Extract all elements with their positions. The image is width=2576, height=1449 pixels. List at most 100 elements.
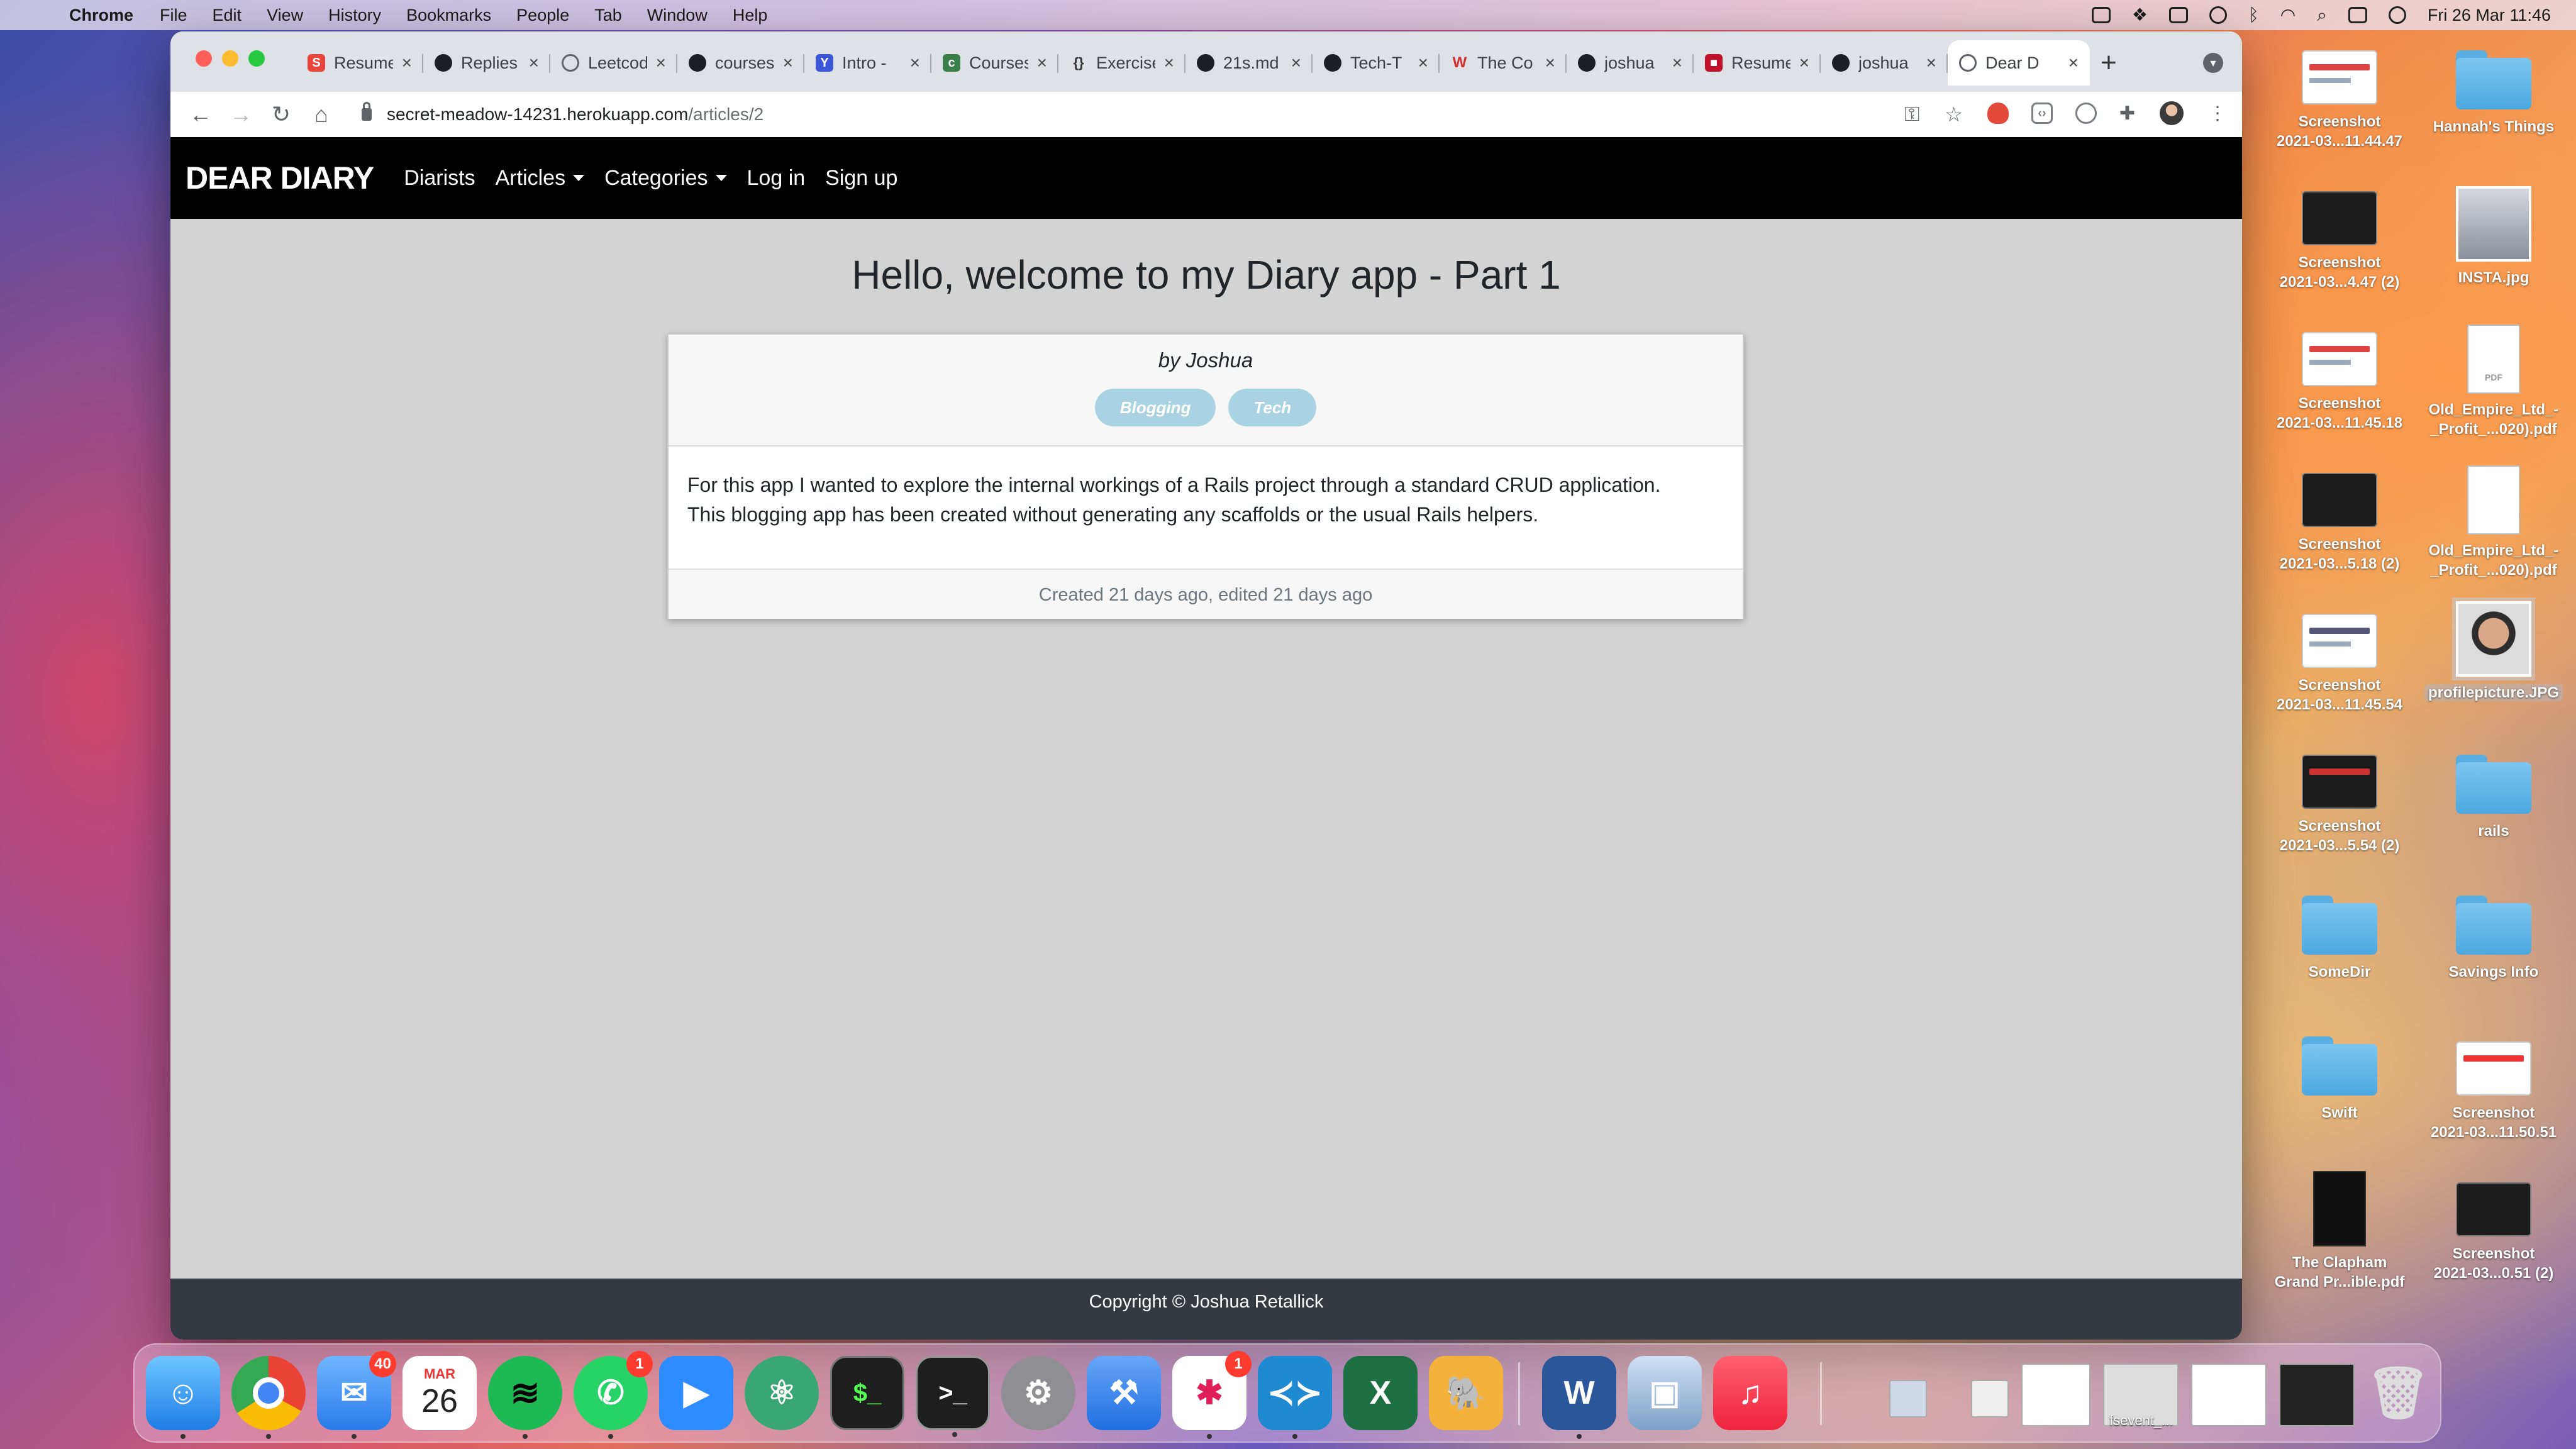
- tab-intro[interactable]: Y Intro - ×: [804, 40, 931, 86]
- iterm-icon[interactable]: $_: [830, 1356, 904, 1430]
- minimize-window-button[interactable]: [222, 50, 238, 67]
- menu-app-name[interactable]: Chrome: [69, 6, 133, 25]
- kebab-menu-icon[interactable]: ⋮: [2208, 103, 2227, 125]
- menu-people[interactable]: People: [516, 6, 569, 25]
- tab-courses[interactable]: c Courses ×: [931, 40, 1058, 86]
- site-brand[interactable]: DEAR DIARY: [186, 160, 374, 196]
- desktop-file-insta-jpg[interactable]: INSTA.jpg: [2424, 186, 2563, 287]
- close-tab-icon[interactable]: ×: [910, 53, 920, 73]
- tab-resume-2[interactable]: ■ Resume ×: [1694, 40, 1821, 86]
- wifi-icon[interactable]: ◠: [2280, 0, 2296, 30]
- profile-avatar[interactable]: [2158, 99, 2185, 127]
- lock-icon[interactable]: [362, 102, 372, 121]
- desktop-file-clapham-pdf[interactable]: The Clapham Grand Pr...ible.pdf: [2270, 1171, 2409, 1292]
- minimized-sheet-thumbnail[interactable]: [2191, 1363, 2267, 1426]
- desktop-file-screenshot[interactable]: Screenshot 2021-03...11.44.47: [2270, 50, 2409, 151]
- zoom-window-button[interactable]: [248, 50, 265, 67]
- key-icon[interactable]: ⚿: [1904, 103, 1919, 126]
- forward-arrow-icon[interactable]: →: [221, 101, 261, 128]
- tab-leetcode[interactable]: Leetcode ×: [550, 40, 677, 86]
- nav-categories-dropdown[interactable]: Categories: [604, 166, 727, 191]
- screen-recorder-icon[interactable]: [2091, 7, 2111, 23]
- desktop-file-screenshot[interactable]: Screenshot 2021-03...11.45.18: [2270, 332, 2409, 433]
- desktop-file-pdf[interactable]: PDF Old_Empire_Ltd_- _Profit_...020).pdf: [2424, 325, 2563, 439]
- nav-signup[interactable]: Sign up: [825, 166, 897, 191]
- tab-dear-diary[interactable]: Dear D ×: [1948, 40, 2090, 86]
- bluetooth-icon[interactable]: ᛒ: [2248, 0, 2259, 30]
- minimized-window-thumbnail[interactable]: [1889, 1380, 1927, 1418]
- menu-tab[interactable]: Tab: [594, 6, 622, 25]
- menu-bookmarks[interactable]: Bookmarks: [406, 6, 491, 25]
- address-bar[interactable]: secret-meadow-14231.herokuapp.com/articl…: [353, 98, 1963, 131]
- tag-badge-blogging[interactable]: Blogging: [1094, 389, 1216, 426]
- close-tab-icon[interactable]: ×: [1545, 53, 1555, 73]
- close-tab-icon[interactable]: ×: [1799, 53, 1809, 73]
- play-icon[interactable]: [2209, 6, 2227, 24]
- desktop-file-pdf[interactable]: Old_Empire_Ltd_- _Profit_...020).pdf: [2424, 465, 2563, 580]
- close-tab-icon[interactable]: ×: [2068, 53, 2079, 73]
- control-center-icon[interactable]: [2348, 7, 2367, 23]
- desktop-file-screenshot[interactable]: Screenshot 2021-03...4.47 (2): [2270, 191, 2409, 292]
- vscode-icon[interactable]: ≺≻: [1258, 1356, 1332, 1439]
- desktop-folder-savings-info[interactable]: Savings Info: [2424, 896, 2563, 982]
- dropbox-icon[interactable]: ❖: [2132, 0, 2148, 30]
- close-tab-icon[interactable]: ×: [1672, 53, 1682, 73]
- tab-21s-md[interactable]: 21s.md ×: [1185, 40, 1313, 86]
- desktop-file-profilepicture[interactable]: profilepicture.JPG: [2424, 597, 2563, 702]
- menu-history[interactable]: History: [328, 6, 381, 25]
- bookmark-star-icon[interactable]: ☆: [1945, 103, 1963, 126]
- code-extension-icon[interactable]: ‹›: [2031, 103, 2053, 124]
- minimized-doc-thumbnail[interactable]: [2021, 1363, 2090, 1426]
- slack-icon[interactable]: ✱ 1: [1172, 1351, 1252, 1439]
- close-window-button[interactable]: [196, 50, 212, 67]
- spotlight-search-icon[interactable]: ⌕: [2317, 0, 2327, 30]
- tab-courses-github[interactable]: courses ×: [677, 40, 804, 86]
- close-tab-icon[interactable]: ×: [1418, 53, 1428, 73]
- nav-diarists[interactable]: Diarists: [404, 166, 475, 191]
- menu-edit[interactable]: Edit: [213, 6, 242, 25]
- notification-icon[interactable]: [2168, 7, 2188, 23]
- close-tab-icon[interactable]: ×: [529, 53, 539, 73]
- desktop-folder-rails[interactable]: rails: [2424, 755, 2563, 841]
- atom-icon[interactable]: ⚛: [745, 1356, 819, 1430]
- music-icon[interactable]: ♫: [1713, 1356, 1787, 1430]
- spotify-icon[interactable]: ≋: [488, 1356, 562, 1439]
- word-icon[interactable]: W: [1542, 1356, 1616, 1439]
- mail-icon[interactable]: ✉ 40: [317, 1351, 396, 1439]
- tab-replies[interactable]: Replies ×: [423, 40, 550, 86]
- chrome-icon[interactable]: [231, 1356, 306, 1439]
- minimized-chrome-thumbnail[interactable]: [1971, 1380, 2009, 1418]
- close-tab-icon[interactable]: ×: [1291, 53, 1301, 73]
- desktop-folder-somedir[interactable]: SomeDir: [2270, 896, 2409, 982]
- nav-login[interactable]: Log in: [747, 166, 806, 191]
- close-tab-icon[interactable]: ×: [783, 53, 793, 73]
- close-tab-icon[interactable]: ×: [1926, 53, 1936, 73]
- tab-search-icon[interactable]: ▾: [2203, 53, 2223, 73]
- extension-circle-icon[interactable]: [2075, 103, 2097, 124]
- tab-joshua-2[interactable]: joshua ×: [1821, 40, 1948, 86]
- terminal-icon[interactable]: >_: [916, 1356, 990, 1437]
- desktop-file-screenshot[interactable]: Screenshot 2021-03...11.45.54: [2270, 614, 2409, 714]
- xcode-icon[interactable]: ⚒: [1087, 1356, 1161, 1430]
- tag-badge-tech[interactable]: Tech: [1228, 389, 1317, 426]
- desktop-file-screenshot[interactable]: Screenshot 2021-03...5.18 (2): [2270, 473, 2409, 574]
- puzzle-extensions-icon[interactable]: ✚: [2119, 103, 2135, 125]
- new-tab-button[interactable]: +: [2090, 40, 2128, 86]
- preview-icon[interactable]: ▣: [1628, 1356, 1702, 1430]
- tab-the-co[interactable]: W The Co ×: [1440, 40, 1567, 86]
- home-icon[interactable]: ⌂: [301, 101, 341, 128]
- menu-help[interactable]: Help: [733, 6, 768, 25]
- tab-resume[interactable]: S Resume ×: [296, 40, 423, 86]
- nav-articles-dropdown[interactable]: Articles: [496, 166, 585, 191]
- finder-icon[interactable]: ☺: [146, 1356, 220, 1439]
- close-tab-icon[interactable]: ×: [1037, 53, 1047, 73]
- close-tab-icon[interactable]: ×: [656, 53, 666, 73]
- menu-file[interactable]: File: [160, 6, 187, 25]
- tab-tech-t[interactable]: Tech-T ×: [1313, 40, 1440, 86]
- trash-icon[interactable]: 🗑: [2361, 1356, 2435, 1430]
- back-arrow-icon[interactable]: ←: [180, 101, 221, 128]
- siri-icon[interactable]: [2388, 6, 2406, 24]
- desktop-file-screenshot[interactable]: Screenshot 2021-03...11.50.51: [2424, 1041, 2563, 1142]
- close-tab-icon[interactable]: ×: [402, 53, 412, 73]
- desktop-folder-swift[interactable]: Swift: [2270, 1036, 2409, 1123]
